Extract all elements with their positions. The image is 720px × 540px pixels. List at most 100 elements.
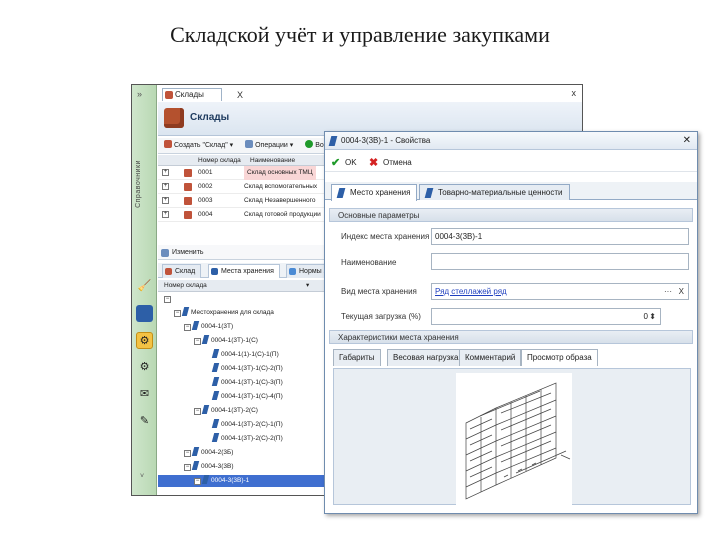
tab-label: Склады (175, 90, 204, 99)
ok-button[interactable]: ✔ OK (331, 154, 357, 172)
kind-field[interactable]: Ряд стеллажей ряд ··· X (431, 283, 689, 300)
properties-dialog: 0004-3(3В)-1 - Свойства ✕ ✔ OK ✖ Отмена … (324, 131, 698, 514)
operations-button[interactable]: Операции ▾ (245, 140, 295, 149)
collapse-icon[interactable]: − (194, 478, 201, 485)
spin-icon[interactable]: ⬍ (649, 309, 656, 324)
load-label: Текущая загрузка (%) (341, 312, 421, 321)
collapse-icon[interactable]: − (194, 408, 201, 415)
cancel-label: Отмена (383, 158, 412, 167)
more-icon[interactable]: ˅ (140, 473, 144, 480)
tree-row-label: 0004-1(3Т)-1(С)-4(П) (221, 393, 283, 400)
sidebar: » Справочники 🧹 ⚙ ⚙ ✉ ✎ ˅ (132, 85, 157, 495)
tab-label: Склад (175, 268, 196, 275)
tab-storage-place[interactable]: Место хранения (331, 184, 418, 201)
storage-icon (191, 447, 200, 456)
close-icon[interactable]: ✕ (683, 132, 691, 150)
cancel-button[interactable]: ✖ Отмена (369, 154, 412, 172)
storage-icon (191, 321, 200, 330)
storage-icon (211, 268, 218, 275)
cell-number: 0004 (198, 211, 213, 218)
tab-comment[interactable]: Комментарий (459, 349, 522, 366)
tab-storage-places[interactable]: Места хранения (208, 264, 280, 278)
storage-icon (211, 391, 220, 400)
norms-icon (289, 268, 296, 275)
tab-image-preview[interactable]: Просмотр образа (521, 349, 598, 366)
tools-icon[interactable]: ✎ (136, 413, 153, 430)
tree-row-label: 0004-1(3Т)-1(С) (211, 337, 258, 344)
collapse-icon[interactable]: − (184, 464, 191, 471)
characteristics-tabs: Габариты Весовая нагрузка Комментарий Пр… (331, 349, 693, 366)
close-tab-icon[interactable]: X (237, 89, 243, 101)
expand-icon[interactable]: + (162, 211, 169, 218)
inventory-icon (424, 188, 434, 198)
warehouse-icon (184, 169, 192, 177)
dialog-titlebar: 0004-3(3В)-1 - Свойства ✕ (325, 132, 697, 150)
operations-icon (245, 140, 254, 148)
create-warehouse-button[interactable]: Создать "Склад" ▾ (164, 140, 235, 149)
edit-label: Изменить (172, 249, 204, 256)
cell-name: Склад основных ТМЦ (244, 166, 316, 180)
storage-icon (201, 405, 210, 414)
storage-icon (328, 136, 338, 146)
tab-warehouse[interactable]: Склад (162, 264, 202, 278)
name-field[interactable] (431, 253, 689, 270)
storage-icon (211, 419, 220, 428)
mail-icon[interactable]: ✉ (136, 386, 153, 403)
shelving-drawing (456, 373, 572, 505)
tree-column-number[interactable]: Номер склада (164, 282, 207, 289)
load-field[interactable]: 0 ⬍ (431, 308, 661, 325)
edit-icon (161, 249, 169, 257)
cancel-icon: ✖ (369, 157, 379, 169)
expand-icon[interactable]: + (162, 197, 169, 204)
settings-icon[interactable]: ⚙ (136, 359, 153, 376)
close-icon[interactable]: x (572, 88, 577, 98)
kind-value[interactable]: Ряд стеллажей ряд (435, 287, 507, 296)
expand-icon[interactable]: + (162, 169, 169, 176)
tab-warehouses[interactable]: Склады X (162, 88, 243, 101)
column-header-number[interactable]: Номер склада (198, 155, 241, 166)
tree-row-label: 0004-2(3Б) (201, 449, 234, 456)
tab-dimensions[interactable]: Габариты (333, 349, 381, 366)
broom-icon[interactable]: 🧹 (136, 278, 153, 295)
tree-row-label: Местохранения для склада (191, 309, 274, 316)
storage-icon (211, 433, 220, 442)
collapse-icon[interactable]: − (194, 338, 201, 345)
index-label: Индекс места хранения (341, 232, 430, 241)
tree-row-label: 0004-1(3Т)-2(С)-1(П) (221, 421, 283, 428)
cell-name: Склад вспомогательных (244, 183, 318, 190)
warehouse-icon (184, 211, 192, 219)
index-field[interactable]: 0004-3(3В)-1 (431, 228, 689, 245)
storage-icon (201, 475, 210, 484)
clear-icon[interactable]: X (679, 284, 684, 299)
tree-row-label: 0004-1(1)-1(С)-1(П) (221, 351, 279, 358)
load-value: 0 (643, 312, 648, 321)
check-icon: ✔ (331, 157, 341, 169)
collapse-icon[interactable]: − (174, 310, 181, 317)
ellipsis-button[interactable]: ··· (664, 284, 672, 299)
group-basic-params[interactable]: Основные параметры (329, 208, 693, 222)
expand-icon[interactable]: + (162, 183, 169, 190)
column-header-name[interactable]: Наименование (250, 155, 295, 166)
slide-title: Складской учёт и управление закупками (170, 22, 550, 47)
filter-icon[interactable]: ▾ (306, 280, 309, 292)
image-preview-area (333, 368, 691, 505)
gear-box-icon[interactable]: ⚙ (136, 332, 153, 349)
cell-number: 0003 (198, 197, 213, 204)
group-characteristics[interactable]: Характеристики места хранения (329, 330, 693, 344)
collapse-sidebar-button[interactable]: » (137, 89, 142, 99)
collapse-icon[interactable]: − (184, 324, 191, 331)
tree-row-label: 0004-1(3Т)-1(С)-3(П) (221, 379, 283, 386)
storage-icon (191, 461, 200, 470)
tree-row-label: 0004-1(3Т) (201, 323, 234, 330)
storage-icon (211, 349, 220, 358)
tab-inventory[interactable]: Товарно-материальные ценности (419, 184, 570, 200)
tab-weight-load[interactable]: Весовая нагрузка (387, 349, 465, 366)
tab-label: Места хранения (221, 268, 274, 275)
kind-label: Вид места хранения (341, 287, 417, 296)
warehouse-icon (184, 197, 192, 205)
collapse-icon[interactable]: − (164, 296, 171, 303)
cell-number: 0002 (198, 183, 213, 190)
tree-row-label: 0004-3(3В)-1 (211, 477, 250, 484)
collapse-icon[interactable]: − (184, 450, 191, 457)
database-icon[interactable] (136, 305, 153, 322)
